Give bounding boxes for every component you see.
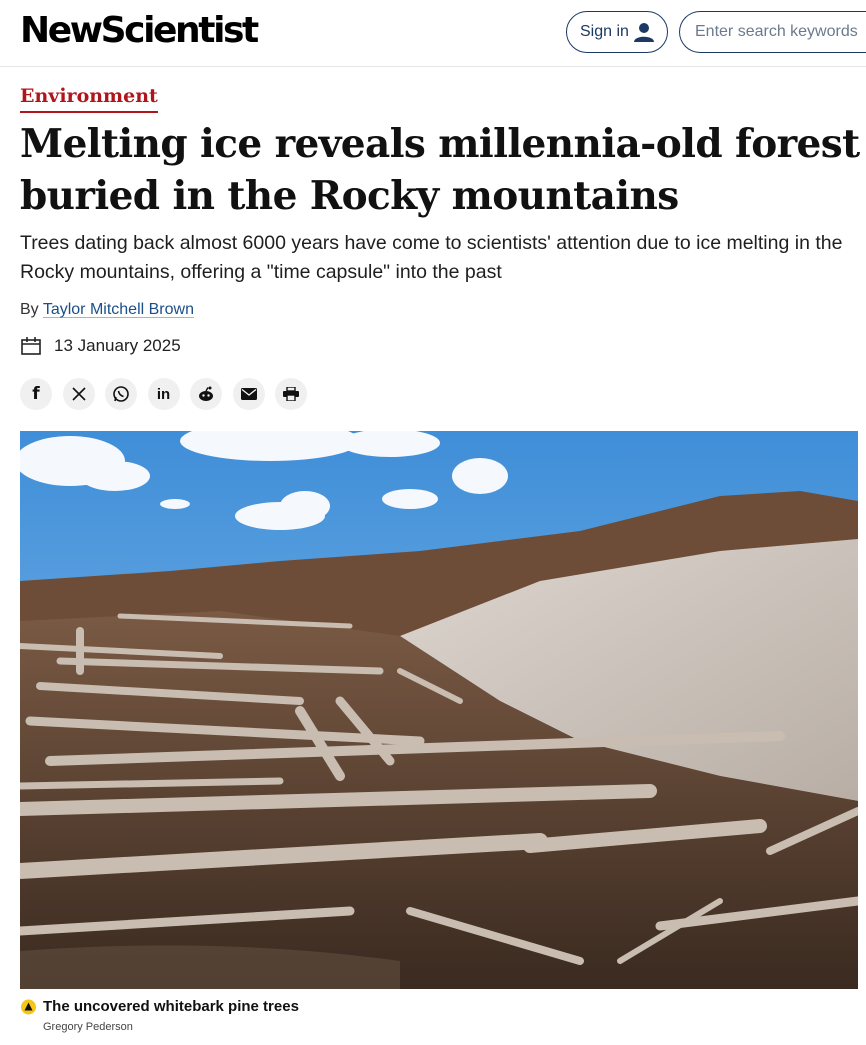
- image-credit: Gregory Pederson: [43, 1021, 133, 1033]
- share-email-button[interactable]: [232, 378, 265, 410]
- image-caption: The uncovered whitebark pine trees: [20, 998, 299, 1015]
- share-bar: f in: [20, 378, 318, 410]
- share-whatsapp-button[interactable]: [105, 378, 137, 410]
- user-icon: [634, 23, 654, 42]
- share-print-button[interactable]: [275, 378, 307, 410]
- share-facebook-button[interactable]: f: [20, 378, 52, 410]
- date-text: 13 January 2025: [54, 336, 181, 355]
- sign-in-button[interactable]: Sign in: [566, 11, 668, 53]
- reddit-icon: [199, 386, 213, 401]
- publish-date: 13 January 2025: [20, 336, 181, 356]
- print-icon: [283, 387, 299, 401]
- caption-text: The uncovered whitebark pine trees: [43, 998, 299, 1015]
- facebook-icon: f: [32, 384, 40, 404]
- author-link[interactable]: Taylor Mitchell Brown: [43, 301, 194, 318]
- site-header: NewScientist Sign in: [0, 0, 866, 67]
- share-reddit-button[interactable]: [190, 378, 222, 410]
- share-linkedin-button[interactable]: in: [147, 378, 180, 410]
- byline: By Taylor Mitchell Brown: [20, 301, 194, 319]
- site-logo[interactable]: NewScientist: [20, 9, 259, 53]
- calendar-icon: [21, 337, 41, 355]
- x-icon: [71, 387, 86, 401]
- warning-triangle-icon: [21, 999, 36, 1014]
- whatsapp-icon: [113, 386, 129, 402]
- email-icon: [240, 388, 257, 400]
- hero-image: [20, 431, 858, 989]
- article-standfirst: Trees dating back almost 6000 years have…: [20, 232, 843, 283]
- search-input[interactable]: [679, 11, 866, 53]
- forest-photo: [20, 431, 858, 989]
- sign-in-label: Sign in: [580, 23, 629, 40]
- share-x-button[interactable]: [62, 378, 95, 410]
- byline-prefix: By: [20, 301, 39, 318]
- article-title: Melting ice reveals millennia-old forest…: [20, 121, 860, 219]
- linkedin-icon: in: [156, 385, 171, 403]
- category-link[interactable]: Environment: [20, 84, 158, 113]
